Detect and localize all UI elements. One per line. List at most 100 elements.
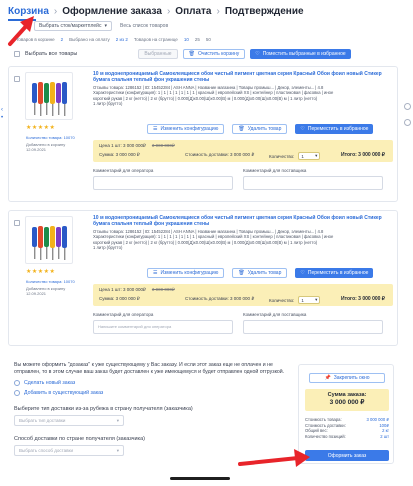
price-summary: Цена 1 шт: 3 000 000₽ 3 000 000₽ Сумма: 3…	[93, 284, 393, 306]
option-new-label: Сделать новый заказ	[24, 380, 76, 387]
per-page-10[interactable]: 10	[184, 37, 189, 42]
dot-icon: •	[1, 115, 4, 121]
move-fav-button[interactable]: ♡ Переместить в избранное	[295, 124, 374, 134]
breakdown-value: 2 шт	[380, 433, 389, 439]
selected-to-pay-label: Выбрано на оплату	[69, 37, 110, 42]
share-icon[interactable]	[404, 103, 411, 110]
product-image[interactable]	[25, 72, 73, 120]
desc-line: 1 литр (брутто)	[93, 100, 123, 106]
operator-comment-label: Комментарий для оператора	[93, 312, 154, 317]
goods-in-cart-label: Товаров в корзине	[16, 37, 55, 42]
operator-comment-input[interactable]: Напишите комментарий для оператора	[93, 320, 233, 334]
breadcrumb-checkout[interactable]: Оформление заказа	[62, 6, 162, 17]
rating-stars: ★★★★★	[26, 125, 56, 131]
link-icon[interactable]	[404, 119, 411, 126]
price-summary: Цена 1 шт: 3 000 000₽ 3 000 000₽ Сумма: 3…	[93, 140, 393, 162]
heart-icon: ♡	[255, 51, 260, 57]
quantity-select[interactable]: 1 ▾	[298, 296, 321, 304]
chevron-down-icon: ▾	[116, 447, 119, 453]
option-add-existing[interactable]: Добавить в существующий заказ	[14, 390, 292, 397]
quantity-value: 1	[301, 297, 304, 303]
screwdrivers-image	[32, 82, 67, 116]
edit-config-label: Изменить конфигурацию	[160, 270, 219, 276]
screwdrivers-image	[32, 226, 67, 260]
quantity-control: Количество: 1 ▾	[269, 152, 321, 160]
product-image[interactable]	[25, 216, 73, 264]
old-price: 3 000 000₽	[151, 143, 175, 148]
chevron-down-icon: ▾	[315, 153, 318, 158]
selected-filter-button[interactable]: Выбранные	[138, 49, 178, 59]
product-count: Количество товара: 10070	[26, 135, 75, 140]
quantity-value: 1	[301, 153, 304, 159]
product-title[interactable]: 10 м водонепроницаемый Самоклеящиеся обо…	[93, 71, 393, 83]
move-selected-fav-button[interactable]: ♡ Поместить выбранные в избранное	[250, 49, 351, 59]
sum-value: Сумма: 3 000 000 ₽	[99, 152, 140, 157]
select-all-checkbox[interactable]	[14, 51, 20, 57]
edit-config-label: Изменить конфигурацию	[160, 126, 219, 132]
delivery-type-label: Выберите тип доставки из-за рубежа в стр…	[14, 406, 193, 413]
breakdown-row: Количество позиций: 2 шт	[305, 434, 389, 440]
delete-product-button[interactable]: 🗑 Удалить товар	[232, 124, 288, 134]
delivery-type-select[interactable]: Выбрать тип доставки ▾	[14, 415, 124, 427]
delete-product-button[interactable]: 🗑 Удалить товар	[232, 268, 288, 278]
edit-config-button[interactable]: ☰ Изменить конфигурацию	[147, 124, 225, 134]
edit-config-button[interactable]: ☰ Изменить конфигурацию	[147, 268, 225, 278]
selected-count: 2 из 2	[115, 37, 128, 42]
all-products-link[interactable]: Весь список товаров	[120, 23, 168, 29]
trash-icon: 🗑	[238, 270, 245, 276]
breadcrumb-confirmation[interactable]: Подтверждение	[225, 6, 304, 17]
domestic-delivery-select[interactable]: Выбрать способ доставки ▾	[14, 445, 124, 457]
product-count: Количество товара: 10070	[26, 279, 75, 284]
move-selected-fav-label: Поместить выбранные в избранное	[262, 51, 346, 57]
breadcrumb-payment[interactable]: Оплата	[175, 6, 211, 17]
breakdown-key: Количество позиций:	[305, 433, 346, 439]
goods-count: 2	[60, 37, 64, 42]
product-actions: ☰ Изменить конфигурацию 🗑 Удалить товар …	[147, 268, 374, 278]
product-title[interactable]: 10 м водонепроницаемый Самоклеящиеся обо…	[93, 215, 393, 227]
domestic-delivery-placeholder: Выбрать способ доставки	[19, 448, 73, 454]
per-page-50[interactable]: 50	[206, 37, 211, 42]
pagination-info: Товаров в корзине 2 Выбрано на оплату 2 …	[16, 37, 211, 42]
per-page-25[interactable]: 25	[195, 37, 200, 42]
operator-comment-input[interactable]	[93, 176, 233, 190]
reorder-info-text: Вы можете оформить "дозаказ" к уже сущес…	[14, 362, 285, 375]
annotation-arrow-bottom	[238, 449, 310, 467]
chevron-right-icon: ›	[216, 5, 220, 17]
store-select[interactable]: Выбрать сток/маркетплейс ▾	[34, 21, 112, 31]
option-new-order[interactable]: Сделать новый заказ	[14, 380, 292, 387]
submit-order-button[interactable]: Оформить заказ	[305, 450, 389, 461]
clear-cart-button[interactable]: 🗑 Очистить корзину	[182, 49, 246, 59]
pin-window-button[interactable]: 📌 Закрепить окно	[309, 373, 385, 383]
unit-price: Цена 1 шт: 3 000 000₽ 3 000 000₽	[99, 143, 175, 149]
left-nav-dots: ‹ •	[1, 106, 3, 122]
delete-product-label: Удалить товар	[247, 126, 282, 132]
unit-price-value: Цена 1 шт: 3 000 000₽	[99, 143, 146, 148]
order-options: Вы можете оформить "дозаказ" к уже сущес…	[14, 362, 292, 457]
move-fav-button[interactable]: ♡ Переместить в избранное	[295, 268, 374, 278]
unit-price: Цена 1 шт: 3 000 000₽ 3 000 000₽	[99, 287, 175, 293]
chevron-left-icon[interactable]: ‹	[1, 106, 3, 114]
side-tools	[404, 103, 411, 126]
product-card: ★★★★★ Количество товара: 10070 Добавлено…	[8, 66, 398, 202]
product-checkbox[interactable]	[14, 76, 20, 82]
quantity-select[interactable]: 1 ▾	[298, 152, 321, 160]
heart-icon: ♡	[300, 126, 305, 132]
home-indicator	[170, 477, 230, 480]
order-total-value: 3 000 000 ₽	[329, 399, 365, 406]
chevron-right-icon: ›	[166, 5, 171, 17]
delete-product-label: Удалить товар	[247, 270, 282, 276]
clear-cart-label: Очистить корзину	[197, 51, 240, 57]
heart-icon: ♡	[300, 270, 305, 276]
order-total-box: Сумма заказа: 3 000 000 ₽	[305, 389, 389, 411]
operator-comment-label: Комментарий для оператора	[93, 168, 154, 173]
supplier-comment-label: Комментарий для поставщика	[243, 312, 307, 317]
sliders-icon: ☰	[153, 126, 158, 132]
supplier-comment-label: Комментарий для поставщика	[243, 168, 307, 173]
unit-price-value: Цена 1 шт: 3 000 000₽	[99, 287, 146, 292]
product-checkbox[interactable]	[14, 220, 20, 226]
supplier-comment-input[interactable]	[243, 176, 383, 190]
option-add-label: Добавить в существующий заказ	[24, 390, 104, 397]
order-breakdown: Стоимость товара: 3 000 000 ₽ Стоимость д…	[305, 417, 389, 439]
delivery-type-placeholder: Выбрать тип доставки	[19, 418, 66, 424]
supplier-comment-input[interactable]	[243, 320, 383, 334]
